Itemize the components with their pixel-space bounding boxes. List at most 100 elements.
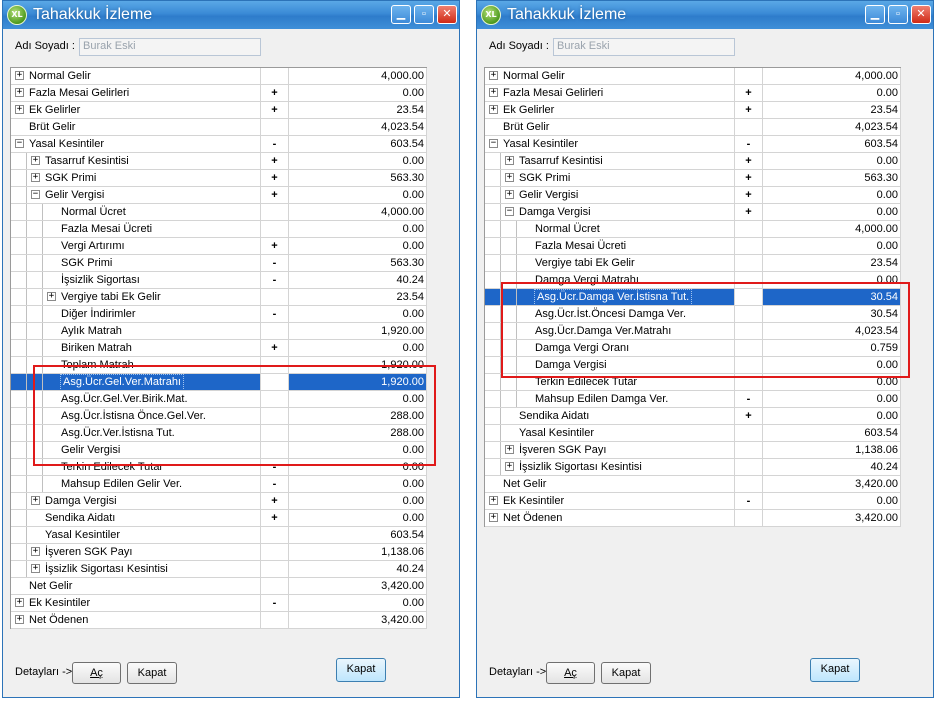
close-window-button[interactable]: Kapat — [810, 658, 860, 682]
table-row[interactable]: + Damga Vergisi +0.00 — [11, 493, 427, 510]
close-window-button[interactable]: Kapat — [336, 658, 386, 682]
table-row[interactable]: Aylık Matrah 1,920.00 — [11, 323, 427, 340]
expand-icon[interactable]: + — [31, 496, 40, 505]
tree-guide-line — [26, 204, 27, 220]
row-name-cell: + Normal Gelir — [11, 68, 261, 84]
expand-icon[interactable]: + — [489, 105, 498, 114]
close-button[interactable]: ✕ — [911, 5, 931, 24]
table-row[interactable]: + İşveren SGK Payı 1,138.06 — [11, 544, 427, 561]
maximize-button[interactable]: ▫ — [414, 5, 434, 24]
table-row[interactable]: + Normal Gelir 4,000.00 — [485, 68, 901, 85]
table-row[interactable]: Yasal Kesintiler 603.54 — [485, 425, 901, 442]
table-row[interactable]: + Tasarruf Kesintisi +0.00 — [11, 153, 427, 170]
expand-icon[interactable]: + — [15, 105, 24, 114]
table-row[interactable]: − Damga Vergisi +0.00 — [485, 204, 901, 221]
expand-icon[interactable]: + — [47, 292, 56, 301]
collapse-details-button[interactable]: Kapat — [601, 662, 651, 684]
expand-icon[interactable]: + — [15, 71, 24, 80]
table-row[interactable]: Sendika Aidatı +0.00 — [485, 408, 901, 425]
table-row[interactable]: + Net Ödenen 3,420.00 — [11, 612, 427, 629]
table-row[interactable]: + İşveren SGK Payı 1,138.06 — [485, 442, 901, 459]
minimize-button[interactable]: ▁ — [391, 5, 411, 24]
table-row[interactable]: + İşsizlik Sigortası Kesintisi 40.24 — [485, 459, 901, 476]
expand-icon[interactable]: + — [15, 598, 24, 607]
open-details-button[interactable]: Aç — [546, 662, 595, 684]
row-sign-cell: - — [261, 255, 289, 271]
tree-guide-line — [26, 187, 27, 203]
table-row[interactable]: Normal Ücret 4,000.00 — [11, 204, 427, 221]
table-row[interactable]: Vergi Artırımı +0.00 — [11, 238, 427, 255]
table-row[interactable]: + Normal Gelir 4,000.00 — [11, 68, 427, 85]
expand-icon[interactable]: + — [489, 496, 498, 505]
expand-icon[interactable]: + — [31, 564, 40, 573]
table-row[interactable]: Fazla Mesai Ücreti 0.00 — [485, 238, 901, 255]
table-row[interactable]: + Ek Gelirler +23.54 — [485, 102, 901, 119]
table-row[interactable]: Net Gelir 3,420.00 — [485, 476, 901, 493]
row-name-cell: SGK Primi — [11, 255, 261, 271]
maximize-button[interactable]: ▫ — [888, 5, 908, 24]
expand-icon[interactable]: + — [489, 513, 498, 522]
row-value-cell: 0.00 — [289, 221, 427, 237]
table-row[interactable]: + Fazla Mesai Gelirleri +0.00 — [11, 85, 427, 102]
table-row[interactable]: Brüt Gelir 4,023.54 — [11, 119, 427, 136]
table-row[interactable]: + Vergiye tabi Ek Gelir 23.54 — [11, 289, 427, 306]
expand-icon[interactable]: + — [15, 615, 24, 624]
expand-icon[interactable]: + — [31, 156, 40, 165]
collapse-icon[interactable]: − — [489, 139, 498, 148]
table-row[interactable]: + SGK Primi +563.30 — [11, 170, 427, 187]
table-row[interactable]: + SGK Primi +563.30 — [485, 170, 901, 187]
expand-icon[interactable]: + — [505, 190, 514, 199]
name-field[interactable]: Burak Eski — [79, 38, 261, 56]
minimize-button[interactable]: ▁ — [865, 5, 885, 24]
collapse-icon[interactable]: − — [15, 139, 24, 148]
row-name-cell: Yasal Kesintiler — [11, 527, 261, 543]
open-details-button[interactable]: Aç — [72, 662, 121, 684]
table-row[interactable]: Vergiye tabi Ek Gelir 23.54 — [485, 255, 901, 272]
table-row[interactable]: Diğer İndirimler -0.00 — [11, 306, 427, 323]
expand-icon[interactable]: + — [31, 173, 40, 182]
table-row[interactable]: Yasal Kesintiler 603.54 — [11, 527, 427, 544]
collapse-icon[interactable]: − — [505, 207, 514, 216]
expand-icon[interactable]: + — [15, 88, 24, 97]
table-row[interactable]: Mahsup Edilen Damga Ver. -0.00 — [485, 391, 901, 408]
table-row[interactable]: + İşsizlik Sigortası Kesintisi 40.24 — [11, 561, 427, 578]
row-value-cell: 0.00 — [289, 476, 427, 492]
table-row[interactable]: + Gelir Vergisi +0.00 — [485, 187, 901, 204]
expand-icon[interactable]: + — [505, 173, 514, 182]
expand-icon[interactable]: + — [489, 71, 498, 80]
table-row[interactable]: Biriken Matrah +0.00 — [11, 340, 427, 357]
title-bar[interactable]: XL Tahakkuk İzleme ▁ ▫ ✕ — [3, 1, 459, 29]
title-bar[interactable]: XL Tahakkuk İzleme ▁ ▫ ✕ — [477, 1, 933, 29]
table-row[interactable]: Sendika Aidatı +0.00 — [11, 510, 427, 527]
row-value-cell: 4,023.54 — [763, 119, 901, 135]
table-row[interactable]: + Fazla Mesai Gelirleri +0.00 — [485, 85, 901, 102]
collapse-icon[interactable]: − — [31, 190, 40, 199]
table-row[interactable]: + Net Ödenen 3,420.00 — [485, 510, 901, 527]
accrual-tree-grid[interactable]: + Normal Gelir 4,000.00 + Fazla Mesai Gelirl… — [10, 67, 427, 629]
table-row[interactable]: Fazla Mesai Ücreti 0.00 — [11, 221, 427, 238]
table-row[interactable]: Mahsup Edilen Gelir Ver. -0.00 — [11, 476, 427, 493]
row-label: Sendika Aidatı — [519, 410, 590, 422]
expand-icon[interactable]: + — [31, 547, 40, 556]
table-row[interactable]: + Ek Gelirler +23.54 — [11, 102, 427, 119]
expand-icon[interactable]: + — [489, 88, 498, 97]
table-row[interactable]: − Gelir Vergisi +0.00 — [11, 187, 427, 204]
table-row[interactable]: Net Gelir 3,420.00 — [11, 578, 427, 595]
name-field[interactable]: Burak Eski — [553, 38, 735, 56]
table-row[interactable]: + Tasarruf Kesintisi +0.00 — [485, 153, 901, 170]
row-sign-cell: + — [261, 153, 289, 169]
table-row[interactable]: − Yasal Kesintiler -603.54 — [485, 136, 901, 153]
table-row[interactable]: + Ek Kesintiler -0.00 — [11, 595, 427, 612]
row-sign-cell — [261, 204, 289, 220]
expand-icon[interactable]: + — [505, 462, 514, 471]
table-row[interactable]: + Ek Kesintiler -0.00 — [485, 493, 901, 510]
table-row[interactable]: İşsizlik Sigortası -40.24 — [11, 272, 427, 289]
table-row[interactable]: Brüt Gelir 4,023.54 — [485, 119, 901, 136]
collapse-details-button[interactable]: Kapat — [127, 662, 177, 684]
table-row[interactable]: − Yasal Kesintiler -603.54 — [11, 136, 427, 153]
expand-icon[interactable]: + — [505, 445, 514, 454]
expand-icon[interactable]: + — [505, 156, 514, 165]
table-row[interactable]: Normal Ücret 4,000.00 — [485, 221, 901, 238]
table-row[interactable]: SGK Primi -563.30 — [11, 255, 427, 272]
close-button[interactable]: ✕ — [437, 5, 457, 24]
